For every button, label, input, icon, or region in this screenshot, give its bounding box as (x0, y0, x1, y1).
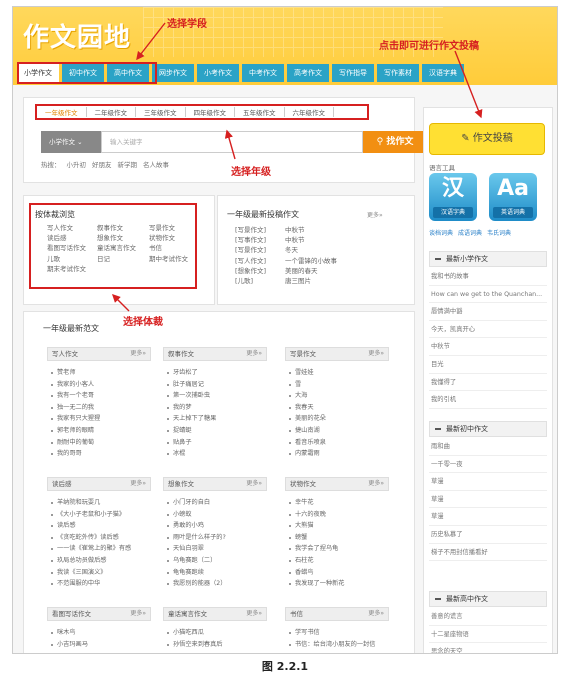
annotation-arrows (112, 22, 483, 312)
figure-caption: 图 2.2.1 (261, 660, 309, 673)
screenshot: 作文园地 小学作文 初中作文 高中作文 网步作文 小考作文 中考作文 高考作文 写作指导 写作素… (12, 6, 558, 654)
